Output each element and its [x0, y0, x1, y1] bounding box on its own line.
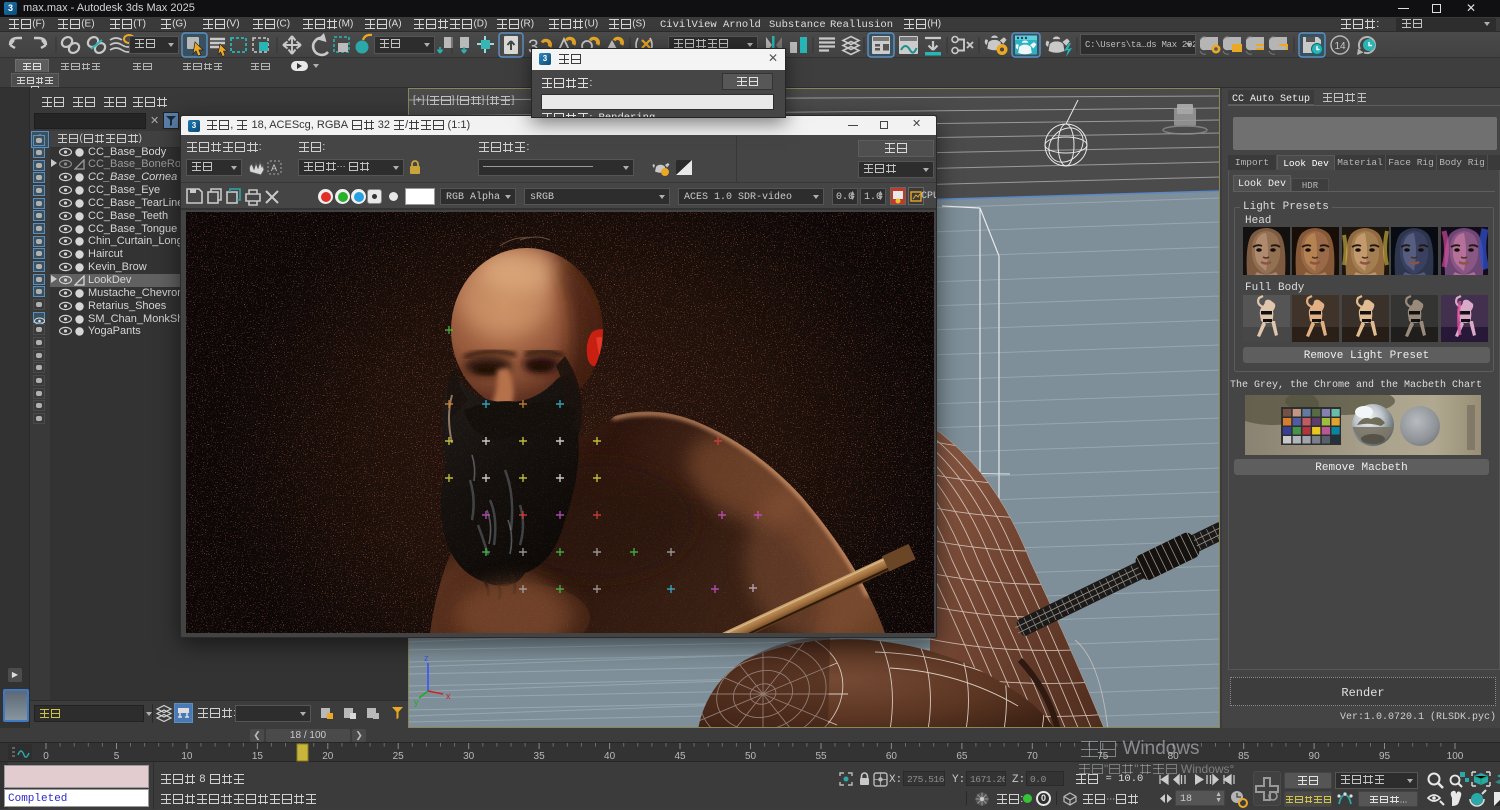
svg-text:50: 50 [745, 751, 757, 762]
svg-text:60: 60 [886, 751, 898, 762]
svg-text:x: x [446, 691, 451, 701]
svg-text:10: 10 [181, 751, 193, 762]
svg-text:45: 45 [674, 751, 686, 762]
svg-text:70: 70 [1027, 751, 1039, 762]
svg-text:25: 25 [393, 751, 405, 762]
svg-text:55: 55 [815, 751, 827, 762]
svg-text:95: 95 [1379, 751, 1391, 762]
svg-text:100: 100 [1447, 751, 1464, 762]
svg-text:85: 85 [1238, 751, 1250, 762]
svg-text:35: 35 [534, 751, 546, 762]
svg-text:14: 14 [1335, 41, 1347, 52]
svg-text:z: z [424, 653, 429, 663]
svg-text:5: 5 [114, 751, 120, 762]
svg-text:90: 90 [1309, 751, 1321, 762]
svg-text:20: 20 [322, 751, 334, 762]
svg-text:0: 0 [43, 751, 49, 762]
svg-text:40: 40 [604, 751, 616, 762]
svg-text:30: 30 [463, 751, 475, 762]
svg-text:15: 15 [252, 751, 264, 762]
svg-text:y: y [414, 697, 419, 707]
svg-text:65: 65 [956, 751, 968, 762]
svg-text:A: A [271, 163, 277, 173]
